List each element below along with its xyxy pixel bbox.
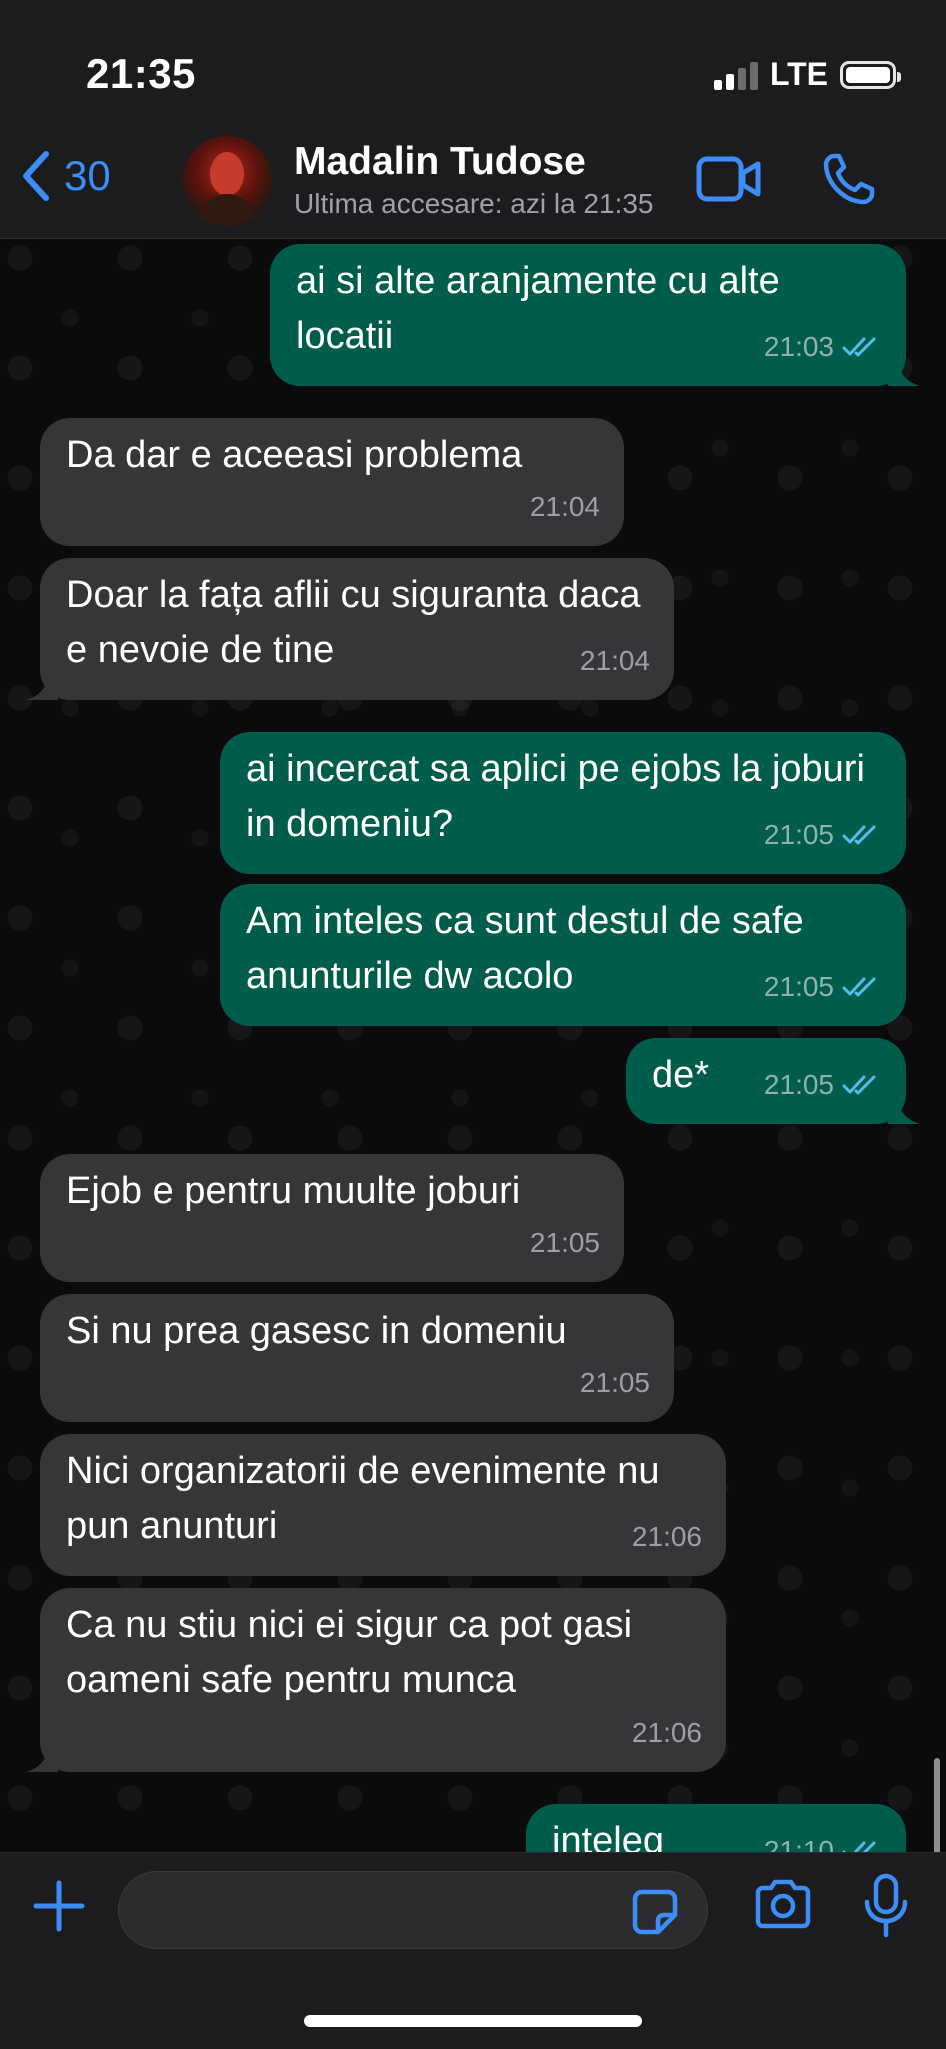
- message-time: 21:04: [579, 645, 650, 676]
- unread-count: 30: [64, 152, 111, 199]
- message-time: 21:05: [529, 1227, 600, 1258]
- message-incoming[interactable]: Doar la fața aflii cu siguranta daca e n…: [26, 558, 674, 700]
- composer-bar: [0, 1852, 946, 2049]
- status-time: 21:35: [86, 50, 196, 97]
- double-check-icon: [842, 1075, 876, 1094]
- message-time: 21:03: [763, 331, 834, 362]
- sticker-icon[interactable]: [632, 1889, 678, 1935]
- message-text: Ca nu stiu nici ei sigur ca pot gasi oam…: [66, 1604, 643, 1701]
- avatar[interactable]: [182, 136, 272, 226]
- message-incoming[interactable]: Ca nu stiu nici ei sigur ca pot gasi oam…: [26, 1588, 726, 1772]
- message-time: 21:05: [579, 1367, 650, 1398]
- message-text: Si nu prea gasesc in domeniu: [66, 1310, 567, 1352]
- header-bar: 21:35 LTE 30 Madalin Tudose Ultima acces…: [0, 0, 946, 239]
- message-incoming[interactable]: Ejob e pentru muulte joburi 21:05: [40, 1154, 624, 1282]
- chevron-left-icon: [23, 151, 49, 201]
- double-check-icon: [842, 1841, 876, 1852]
- camera-icon[interactable]: [754, 1879, 812, 1929]
- message-outgoing[interactable]: ai si alte aranjamente cu alte locatii 2…: [270, 244, 920, 386]
- network-type: LTE: [769, 56, 828, 92]
- message-time: 21:05: [763, 1069, 834, 1100]
- message-time: 21:06: [631, 1717, 702, 1748]
- battery-icon: [840, 60, 901, 89]
- message-time: 21:05: [763, 971, 834, 1002]
- message-text: Doar la fața aflii cu siguranta daca e n…: [66, 574, 652, 671]
- message-incoming[interactable]: Si nu prea gasesc in domeniu 21:05: [40, 1294, 674, 1422]
- message-incoming[interactable]: Nici organizatorii de evenimente nu pun …: [40, 1434, 726, 1576]
- message-time: 21:06: [631, 1521, 702, 1552]
- double-check-icon: [842, 825, 876, 844]
- message-incoming[interactable]: Da dar e aceeasi problema 21:04: [40, 418, 624, 546]
- video-call-icon[interactable]: [696, 156, 762, 202]
- status-indicators: LTE: [713, 56, 901, 93]
- message-outgoing[interactable]: de* 21:05: [626, 1038, 920, 1124]
- message-text: Da dar e aceeasi problema: [66, 434, 523, 476]
- message-input[interactable]: [118, 1871, 708, 1949]
- message-text: Nici organizatorii de evenimente nu pun …: [66, 1450, 681, 1547]
- message-time: 21:04: [529, 491, 600, 522]
- microphone-icon[interactable]: [862, 1873, 910, 1939]
- message-outgoing[interactable]: inteleg 21:10: [526, 1804, 906, 1852]
- last-seen-status: Ultima accesare: azi la 21:35: [294, 188, 654, 219]
- back-button[interactable]: 30: [20, 150, 111, 202]
- plus-icon[interactable]: [32, 1879, 86, 1933]
- signal-icon: [713, 60, 758, 90]
- message-outgoing[interactable]: Am inteles ca sunt destul de safe anuntu…: [220, 884, 906, 1026]
- scrollbar[interactable]: [934, 1758, 940, 1852]
- double-check-icon: [842, 977, 876, 996]
- contact-name[interactable]: Madalin Tudose: [294, 140, 586, 184]
- home-indicator: [304, 2015, 642, 2027]
- message-list[interactable]: ai si alte aranjamente cu alte locatii 2…: [0, 238, 946, 1852]
- message-time: 21:10: [763, 1835, 834, 1852]
- phone-icon[interactable]: [822, 152, 876, 206]
- message-outgoing[interactable]: ai incercat sa aplici pe ejobs la joburi…: [220, 732, 906, 874]
- message-time: 21:05: [763, 819, 834, 850]
- message-text: Ejob e pentru muulte joburi: [66, 1170, 521, 1212]
- double-check-icon: [842, 337, 876, 356]
